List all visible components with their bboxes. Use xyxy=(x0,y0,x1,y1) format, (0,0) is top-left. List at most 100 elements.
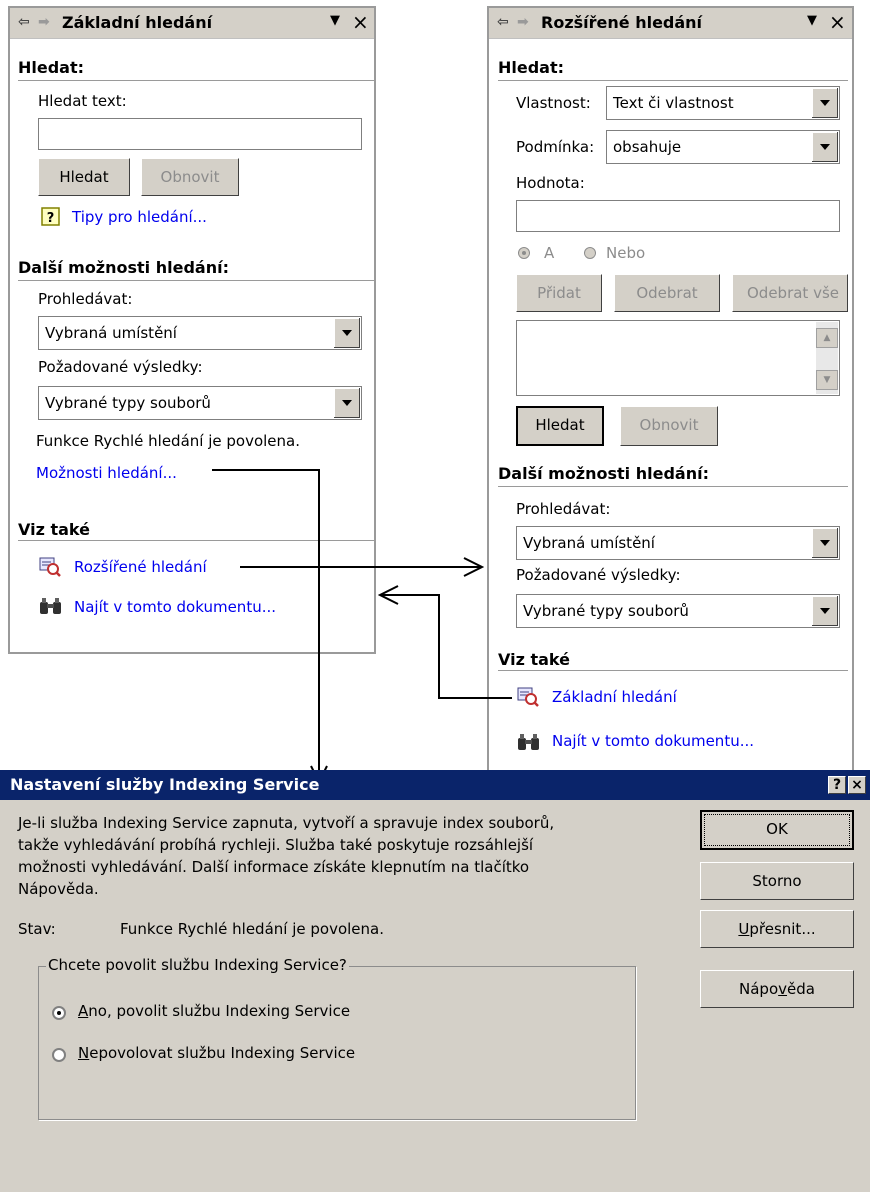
pane-menu-dropdown-icon[interactable]: ▼ xyxy=(807,13,817,28)
radio-enable-indexing[interactable] xyxy=(52,1006,66,1020)
advanced-results-value: Vybrané typy souborů xyxy=(523,602,689,620)
close-icon[interactable]: × xyxy=(352,10,369,34)
advanced-pane-titlebar: ⇦ ➡ Rozšířené hledání ▼ × xyxy=(489,8,852,39)
radio-disable-indexing-label: Nepovolovat službu Indexing Service xyxy=(78,1044,356,1062)
divider xyxy=(498,670,848,671)
basic-search-in-select[interactable]: Vybraná umístění xyxy=(38,316,362,350)
ok-button[interactable]: OK xyxy=(700,810,854,850)
add-condition-button[interactable]: Přidat xyxy=(516,274,602,312)
basic-results-select[interactable]: Vybrané typy souborů xyxy=(38,386,362,420)
condition-value: obsahuje xyxy=(613,138,682,156)
connector-line xyxy=(438,594,440,699)
radio-or[interactable] xyxy=(584,247,596,259)
find-in-document-link[interactable]: Najít v tomto dokumentu... xyxy=(74,598,276,616)
pane-forward-arrow-icon[interactable]: ➡ xyxy=(38,14,50,30)
property-value: Text či vlastnost xyxy=(613,94,734,112)
basic-pane-titlebar: ⇦ ➡ Základní hledání ▼ × xyxy=(10,8,374,39)
advanced-find-in-document-link[interactable]: Najít v tomto dokumentu... xyxy=(552,732,754,750)
divider xyxy=(18,80,374,81)
basic-search-in-value: Vybraná umístění xyxy=(45,324,177,342)
pane-menu-dropdown-icon[interactable]: ▼ xyxy=(330,13,340,28)
divider xyxy=(18,280,374,281)
arrow-left-icon xyxy=(378,585,399,605)
search-tips-link[interactable]: Tipy pro hledání... xyxy=(72,208,207,226)
advanced-search-in-select[interactable]: Vybraná umístění xyxy=(516,526,840,560)
search-text-label: Hledat text: xyxy=(38,92,127,110)
search-text-input[interactable] xyxy=(38,118,362,150)
divider xyxy=(498,486,848,487)
dropdown-arrow-icon[interactable] xyxy=(811,596,838,626)
scroll-up-icon[interactable]: ▲ xyxy=(816,328,838,348)
dialog-help-icon[interactable]: ? xyxy=(828,776,846,794)
connector-line xyxy=(318,469,320,781)
arrow-right-icon xyxy=(463,557,484,577)
advanced-refresh-button[interactable]: Obnovit xyxy=(620,406,718,446)
search-options-link[interactable]: Možnosti hledání... xyxy=(36,464,177,482)
enable-indexing-group xyxy=(38,966,636,1120)
close-icon[interactable]: × xyxy=(829,10,846,34)
advanced-results-label: Požadované výsledky: xyxy=(516,566,681,584)
pane-back-arrow-icon[interactable]: ⇦ xyxy=(18,14,30,30)
basic-pane-title: Základní hledání xyxy=(62,13,213,32)
pane-back-arrow-icon[interactable]: ⇦ xyxy=(497,14,509,30)
basic-results-value: Vybrané typy souborů xyxy=(45,394,211,412)
value-label: Hodnota: xyxy=(516,174,585,192)
scroll-down-icon[interactable]: ▼ xyxy=(816,370,838,390)
advanced-search-link[interactable]: Rozšířené hledání xyxy=(74,558,207,576)
dropdown-arrow-icon[interactable] xyxy=(333,388,360,418)
connector-line xyxy=(240,566,480,568)
condition-select[interactable]: obsahuje xyxy=(606,130,840,164)
radio-enable-indexing-label: Ano, povolit službu Indexing Service xyxy=(78,1002,351,1020)
dialog-description-line-3: možnosti vyhledávání. Další informace zí… xyxy=(18,858,530,876)
enable-indexing-group-label: Chcete povolit službu Indexing Service? xyxy=(46,956,349,974)
dialog-description-line-1: Je-li služba Indexing Service zapnuta, v… xyxy=(18,814,555,832)
status-value: Funkce Rychlé hledání je povolena. xyxy=(120,920,384,938)
radio-disable-indexing[interactable] xyxy=(52,1048,66,1062)
remove-condition-button[interactable]: Odebrat xyxy=(614,274,720,312)
search-button[interactable]: Hledat xyxy=(38,158,130,196)
advanced-settings-button[interactable]: Upřesnit... xyxy=(700,910,854,948)
svg-text:?: ? xyxy=(47,211,55,226)
advanced-see-also-header: Viz také xyxy=(498,650,570,669)
dialog-help-button[interactable]: Nápověda xyxy=(700,970,854,1008)
value-input[interactable] xyxy=(516,200,840,232)
connector-line xyxy=(438,697,512,699)
remove-all-button[interactable]: Odebrat vše xyxy=(732,274,848,312)
property-label: Vlastnost: xyxy=(516,94,591,112)
dropdown-arrow-icon[interactable] xyxy=(811,88,838,118)
advanced-search-icon xyxy=(39,557,61,577)
divider xyxy=(498,80,848,81)
connector-line xyxy=(212,469,320,471)
basic-search-in-label: Prohledávat: xyxy=(38,290,133,308)
conditions-list[interactable]: ▲ ▼ xyxy=(516,320,840,396)
binoculars-icon xyxy=(40,598,61,614)
dialog-description-line-2: takže vyhledávání probíhá rychleji. Služ… xyxy=(18,836,534,854)
dialog-title: Nastavení služby Indexing Service xyxy=(10,775,320,794)
basic-more-options-header: Další možnosti hledání: xyxy=(18,258,229,277)
advanced-results-select[interactable]: Vybrané typy souborů xyxy=(516,594,840,628)
basic-search-link[interactable]: Základní hledání xyxy=(552,688,677,706)
basic-see-also-header: Viz také xyxy=(18,520,90,539)
radio-and-label: A xyxy=(544,244,555,262)
basic-results-label: Požadované výsledky: xyxy=(38,358,203,376)
dropdown-arrow-icon[interactable] xyxy=(811,528,838,558)
advanced-search-button[interactable]: Hledat xyxy=(516,406,604,446)
dropdown-arrow-icon[interactable] xyxy=(333,318,360,348)
advanced-search-icon xyxy=(517,687,539,707)
advanced-search-in-value: Vybraná umístění xyxy=(523,534,655,552)
binoculars-icon xyxy=(518,734,539,750)
dropdown-arrow-icon[interactable] xyxy=(811,132,838,162)
property-select[interactable]: Text či vlastnost xyxy=(606,86,840,120)
scrollbar[interactable]: ▲ ▼ xyxy=(816,322,838,394)
advanced-pane-title: Rozšířené hledání xyxy=(541,13,703,32)
pane-forward-arrow-icon[interactable]: ➡ xyxy=(517,14,529,30)
dialog-close-icon[interactable]: × xyxy=(848,776,866,794)
radio-and[interactable] xyxy=(518,247,530,259)
advanced-more-options-header: Další možnosti hledání: xyxy=(498,464,709,483)
fast-search-status: Funkce Rychlé hledání je povolena. xyxy=(36,432,300,450)
basic-search-header: Hledat: xyxy=(18,58,85,77)
divider xyxy=(18,540,374,541)
refresh-button[interactable]: Obnovit xyxy=(141,158,239,196)
cancel-button[interactable]: Storno xyxy=(700,862,854,900)
status-label: Stav: xyxy=(18,920,56,938)
